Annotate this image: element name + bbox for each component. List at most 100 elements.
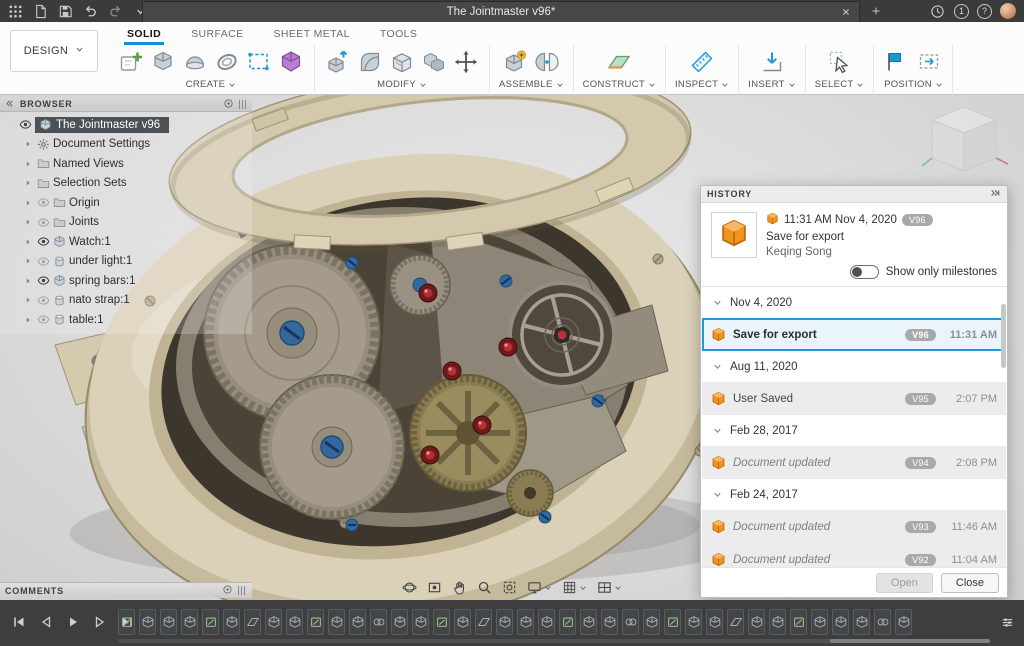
combine-button[interactable] bbox=[420, 48, 448, 76]
toolbar-group-label-modify[interactable]: MODIFY bbox=[377, 79, 427, 90]
joint-button[interactable] bbox=[533, 48, 561, 76]
visibility-eye[interactable] bbox=[19, 118, 32, 131]
toolbar-group-label-position[interactable]: POSITION bbox=[884, 79, 943, 90]
tab-sheet-metal[interactable]: SHEET METAL bbox=[259, 22, 365, 45]
toolbar-group-label-select[interactable]: SELECT bbox=[815, 79, 865, 90]
visibility-eye[interactable] bbox=[37, 294, 50, 307]
notifications-icon[interactable]: 1 bbox=[954, 4, 969, 19]
browser-item-table-1[interactable]: table:1 bbox=[0, 310, 252, 330]
history-group-nov-4-2020[interactable]: Nov 4, 2020 bbox=[701, 287, 1007, 318]
history-group-feb-24-2017[interactable]: Feb 24, 2017 bbox=[701, 479, 1007, 510]
timeline-feature-joint-37[interactable] bbox=[874, 609, 891, 635]
browser-item-named-views[interactable]: Named Views bbox=[0, 154, 252, 174]
browser-item-selection-sets[interactable]: Selection Sets bbox=[0, 174, 252, 194]
history-panel-header[interactable]: HISTORY bbox=[701, 186, 1007, 203]
visibility-eye[interactable] bbox=[37, 313, 50, 326]
design-menu-button[interactable]: DESIGN bbox=[10, 30, 98, 72]
disclosure-triangle-icon[interactable] bbox=[22, 159, 34, 169]
document-tab[interactable]: The Jointmaster v96* bbox=[142, 1, 860, 22]
disclosure-triangle-icon[interactable] bbox=[22, 178, 34, 188]
step-back-button[interactable] bbox=[37, 613, 55, 631]
toolbar-group-label-construct[interactable]: CONSTRUCT bbox=[583, 79, 656, 90]
browser-item-origin[interactable]: Origin bbox=[0, 193, 252, 213]
open-button[interactable]: Open bbox=[876, 573, 933, 593]
timeline-feature-sketch-27[interactable] bbox=[664, 609, 681, 635]
step-forward-button[interactable] bbox=[91, 613, 109, 631]
timeline-feature-feature-38[interactable] bbox=[895, 609, 912, 635]
panel-options-icon[interactable] bbox=[222, 584, 233, 597]
toolbar-group-label-create[interactable]: CREATE bbox=[186, 79, 237, 90]
new-component-button[interactable] bbox=[501, 48, 529, 76]
new-tab-button[interactable] bbox=[868, 3, 884, 19]
timeline-feature-feature-23[interactable] bbox=[580, 609, 597, 635]
grid-settings-button[interactable] bbox=[562, 580, 587, 595]
look-at-button[interactable] bbox=[427, 580, 442, 595]
sketch-palette-button[interactable] bbox=[245, 48, 273, 76]
history-entry-v93[interactable]: Document updatedV9311:46 AM bbox=[702, 510, 1006, 543]
select-button[interactable] bbox=[826, 48, 854, 76]
save-button[interactable] bbox=[56, 2, 74, 20]
create-sketch-button[interactable] bbox=[117, 48, 145, 76]
timeline-feature-feature-21[interactable] bbox=[538, 609, 555, 635]
timeline-feature-joint-25[interactable] bbox=[622, 609, 639, 635]
user-avatar[interactable] bbox=[1000, 3, 1016, 19]
collapse-panel-icon[interactable] bbox=[4, 98, 15, 111]
help-icon[interactable]: ? bbox=[977, 4, 992, 19]
history-entry-v92[interactable]: Document updatedV9211:04 AM bbox=[702, 543, 1006, 567]
move-copy-button[interactable] bbox=[452, 48, 480, 76]
timeline-feature-feature-17[interactable] bbox=[454, 609, 471, 635]
timeline-feature-feature-11[interactable] bbox=[328, 609, 345, 635]
history-group-feb-28-2017[interactable]: Feb 28, 2017 bbox=[701, 415, 1007, 446]
fit-button[interactable] bbox=[502, 580, 517, 595]
revolve-button[interactable] bbox=[181, 48, 209, 76]
toolbar-group-label-insert[interactable]: INSERT bbox=[748, 79, 795, 90]
timeline-feature-feature-26[interactable] bbox=[643, 609, 660, 635]
timeline-feature-feature-6[interactable] bbox=[223, 609, 240, 635]
view-cube[interactable] bbox=[918, 97, 1014, 193]
visibility-eye[interactable] bbox=[37, 196, 50, 209]
job-status-icon[interactable] bbox=[928, 2, 946, 20]
file-new-button[interactable] bbox=[31, 2, 49, 20]
display-settings-button[interactable] bbox=[527, 580, 552, 595]
timeline-feature-sketch-16[interactable] bbox=[433, 609, 450, 635]
timeline-feature-plane-30[interactable] bbox=[727, 609, 744, 635]
timeline-feature-plane-18[interactable] bbox=[475, 609, 492, 635]
tab-surface[interactable]: SURFACE bbox=[176, 22, 258, 45]
timeline-feature-feature-34[interactable] bbox=[811, 609, 828, 635]
play-button[interactable] bbox=[64, 613, 82, 631]
timeline-feature-feature-15[interactable] bbox=[412, 609, 429, 635]
browser-panel-header[interactable]: BROWSER bbox=[0, 97, 252, 112]
history-entry-v96[interactable]: Save for exportV9611:31 AM bbox=[702, 318, 1006, 351]
fillet-button[interactable] bbox=[356, 48, 384, 76]
tab-solid[interactable]: SOLID bbox=[112, 22, 176, 45]
timeline-feature-sketch-22[interactable] bbox=[559, 609, 576, 635]
construction-plane-button[interactable] bbox=[605, 48, 633, 76]
timeline-feature-feature-36[interactable] bbox=[853, 609, 870, 635]
browser-item-spring-bars-1[interactable]: spring bars:1 bbox=[0, 271, 252, 291]
disclosure-triangle-icon[interactable] bbox=[22, 295, 34, 305]
timeline-feature-feature-4[interactable] bbox=[181, 609, 198, 635]
sweep-button[interactable] bbox=[213, 48, 241, 76]
history-entry-v94[interactable]: Document updatedV942:08 PM bbox=[702, 446, 1006, 479]
pan-button[interactable] bbox=[452, 580, 467, 595]
collapse-panel-icon[interactable] bbox=[989, 187, 1001, 201]
browser-item-nato-strap-1[interactable]: nato strap:1 bbox=[0, 291, 252, 311]
timeline-feature-feature-3[interactable] bbox=[160, 609, 177, 635]
create-form-button[interactable] bbox=[277, 48, 305, 76]
milestones-toggle[interactable] bbox=[850, 265, 879, 279]
tab-tools[interactable]: TOOLS bbox=[365, 22, 432, 45]
timeline-feature-feature-19[interactable] bbox=[496, 609, 513, 635]
version-thumbnail[interactable] bbox=[711, 212, 757, 258]
timeline-feature-feature-20[interactable] bbox=[517, 609, 534, 635]
timeline-feature-sketch-5[interactable] bbox=[202, 609, 219, 635]
go-to-start-button[interactable] bbox=[10, 613, 28, 631]
capture-position-button[interactable] bbox=[883, 48, 911, 76]
insert-mesh-button[interactable] bbox=[758, 48, 786, 76]
redo-button[interactable] bbox=[106, 2, 124, 20]
browser-item-watch-1[interactable]: Watch:1 bbox=[0, 232, 252, 252]
visibility-eye[interactable] bbox=[37, 216, 50, 229]
toolbar-group-label-inspect[interactable]: INSPECT bbox=[675, 79, 729, 90]
disclosure-triangle-icon[interactable] bbox=[22, 217, 34, 227]
browser-item-under-light-1[interactable]: under light:1 bbox=[0, 252, 252, 272]
disclosure-triangle-icon[interactable] bbox=[22, 139, 34, 149]
